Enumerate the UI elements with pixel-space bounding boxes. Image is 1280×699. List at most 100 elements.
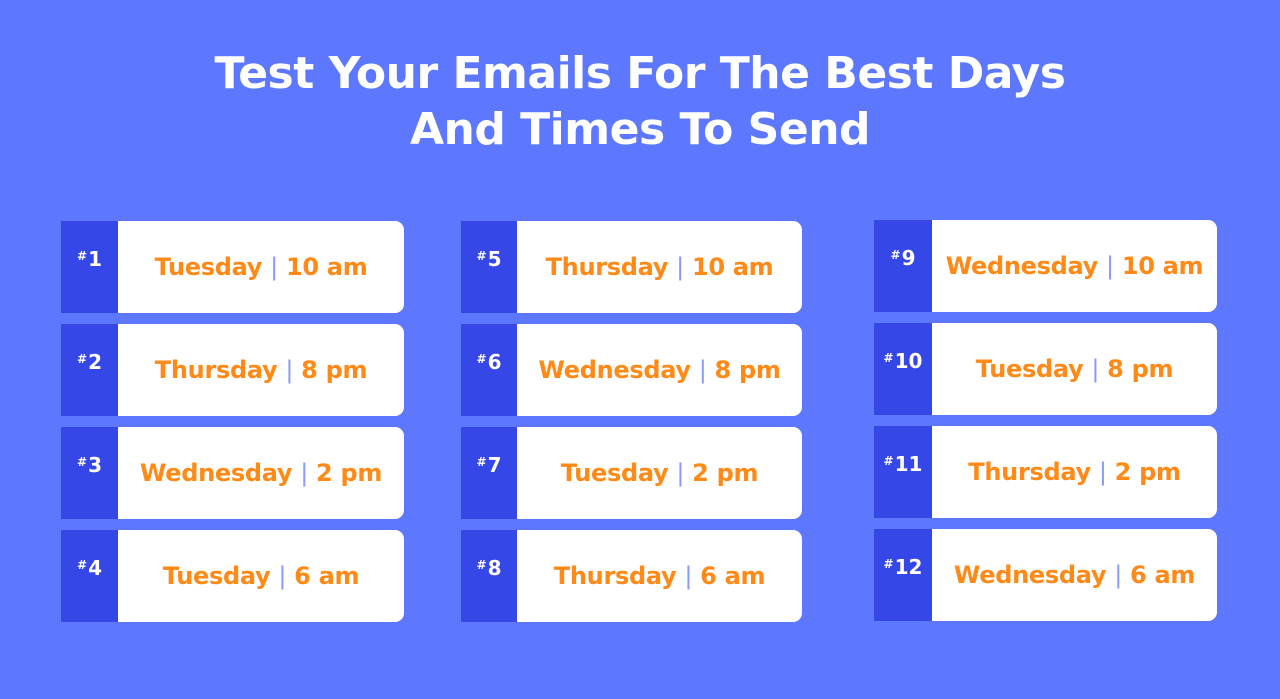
send-time-card-9: #9 Wednesday | 10 am xyxy=(874,220,1217,312)
rank-hash: # xyxy=(476,249,487,263)
slot-day: Thursday xyxy=(553,562,677,590)
send-time-slot: Thursday | 6 am xyxy=(517,530,802,622)
rank-badge: #7 xyxy=(461,427,517,519)
send-time-slot: Thursday | 10 am xyxy=(517,221,802,313)
rank-hash: # xyxy=(77,352,88,366)
send-time-slot: Wednesday | 6 am xyxy=(932,529,1217,621)
rank-badge: #1 xyxy=(61,221,118,313)
send-time-card-4: #4 Tuesday | 6 am xyxy=(61,530,404,622)
title-line-1: Test Your Emails For The Best Days xyxy=(214,48,1066,99)
rank-badge: #5 xyxy=(461,221,517,313)
slot-time: 8 pm xyxy=(1107,355,1174,383)
slot-separator: | xyxy=(1106,252,1114,280)
slot-separator: | xyxy=(698,356,707,384)
rank-hash: # xyxy=(883,557,894,571)
slot-separator: | xyxy=(285,356,294,384)
slot-time: 6 am xyxy=(700,562,766,590)
rank-badge: #3 xyxy=(61,427,118,519)
slot-day: Wednesday xyxy=(139,459,293,487)
rank-number: 8 xyxy=(487,556,502,580)
send-time-slot: Wednesday | 8 pm xyxy=(517,324,802,416)
send-time-slot: Tuesday | 6 am xyxy=(118,530,404,622)
rank-hash: # xyxy=(890,248,901,262)
rank-badge: #10 xyxy=(874,323,932,415)
rank-hash: # xyxy=(883,351,894,365)
rank-number: 9 xyxy=(901,246,916,270)
rank-number: 12 xyxy=(894,555,923,579)
slot-day: Tuesday xyxy=(975,355,1084,383)
slot-time: 6 am xyxy=(1130,561,1196,589)
slot-separator: | xyxy=(1091,355,1100,383)
slot-separator: | xyxy=(676,253,684,281)
slot-day: Tuesday xyxy=(154,253,263,281)
send-time-card-2: #2 Thursday | 8 pm xyxy=(61,324,404,416)
rank-number: 11 xyxy=(894,452,923,476)
slot-time: 2 pm xyxy=(692,459,759,487)
slot-separator: | xyxy=(270,253,278,281)
slot-time: 2 pm xyxy=(316,459,383,487)
send-time-card-12: #12 Wednesday | 6 am xyxy=(874,529,1217,621)
slot-day: Thursday xyxy=(545,253,669,281)
rank-badge: #11 xyxy=(874,426,932,518)
slot-separator: | xyxy=(300,459,309,487)
rank-hash: # xyxy=(77,558,88,572)
slot-day: Wednesday xyxy=(945,252,1099,280)
send-time-card-10: #10 Tuesday | 8 pm xyxy=(874,323,1217,415)
slot-day: Thursday xyxy=(968,458,1091,486)
send-time-card-5: #5 Thursday | 10 am xyxy=(461,221,802,313)
send-time-slot: Tuesday | 2 pm xyxy=(517,427,802,519)
rank-number: 4 xyxy=(88,556,102,580)
send-time-card-7: #7 Tuesday | 2 pm xyxy=(461,427,802,519)
rank-badge: #2 xyxy=(61,324,118,416)
ranking-column-3: #9 Wednesday | 10 am #10 Tuesday | 8 pm … xyxy=(874,220,1217,632)
slot-separator: | xyxy=(278,562,287,590)
slot-separator: | xyxy=(676,459,685,487)
rank-number: 2 xyxy=(88,350,102,374)
send-time-card-3: #3 Wednesday | 2 pm xyxy=(61,427,404,519)
slot-time: 10 am xyxy=(285,253,368,281)
rank-hash: # xyxy=(476,455,487,469)
send-time-card-6: #6 Wednesday | 8 pm xyxy=(461,324,802,416)
send-time-card-8: #8 Thursday | 6 am xyxy=(461,530,802,622)
page-title: Test Your Emails For The Best Days And T… xyxy=(0,46,1280,158)
send-time-card-1: #1 Tuesday | 10 am xyxy=(61,221,404,313)
rank-hash: # xyxy=(883,454,894,468)
slot-day: Thursday xyxy=(154,356,278,384)
send-time-slot: Wednesday | 10 am xyxy=(932,220,1217,312)
send-time-slot: Tuesday | 8 pm xyxy=(932,323,1217,415)
slot-time: 8 pm xyxy=(301,356,368,384)
rank-hash: # xyxy=(77,455,88,469)
rank-badge: #9 xyxy=(874,220,932,312)
send-time-slot: Wednesday | 2 pm xyxy=(118,427,404,519)
rank-number: 7 xyxy=(487,453,502,477)
rank-number: 1 xyxy=(88,247,102,271)
slot-day: Tuesday xyxy=(560,459,669,487)
send-time-card-11: #11 Thursday | 2 pm xyxy=(874,426,1217,518)
send-time-slot: Tuesday | 10 am xyxy=(118,221,404,313)
slot-time: 10 am xyxy=(691,253,774,281)
slot-separator: | xyxy=(1098,458,1107,486)
rank-hash: # xyxy=(476,558,487,572)
ranking-column-2: #5 Thursday | 10 am #6 Wednesday | 8 pm … xyxy=(461,221,802,633)
rank-number: 6 xyxy=(487,350,502,374)
rank-badge: #8 xyxy=(461,530,517,622)
slot-day: Wednesday xyxy=(953,561,1107,589)
title-line-2: And Times To Send xyxy=(409,104,871,155)
slot-time: 10 am xyxy=(1121,252,1204,280)
slot-time: 8 pm xyxy=(714,356,781,384)
rank-badge: #4 xyxy=(61,530,118,622)
rank-number: 3 xyxy=(88,453,102,477)
slot-day: Wednesday xyxy=(538,356,691,384)
rank-badge: #6 xyxy=(461,324,517,416)
rank-number: 5 xyxy=(487,247,502,271)
send-time-slot: Thursday | 2 pm xyxy=(932,426,1217,518)
rank-badge: #12 xyxy=(874,529,932,621)
slot-day: Tuesday xyxy=(162,562,271,590)
rank-number: 10 xyxy=(894,349,923,373)
send-time-slot: Thursday | 8 pm xyxy=(118,324,404,416)
slot-separator: | xyxy=(684,562,693,590)
rank-hash: # xyxy=(476,352,487,366)
slot-separator: | xyxy=(1114,561,1123,589)
ranking-column-1: #1 Tuesday | 10 am #2 Thursday | 8 pm #3… xyxy=(61,221,404,633)
slot-time: 2 pm xyxy=(1114,458,1181,486)
